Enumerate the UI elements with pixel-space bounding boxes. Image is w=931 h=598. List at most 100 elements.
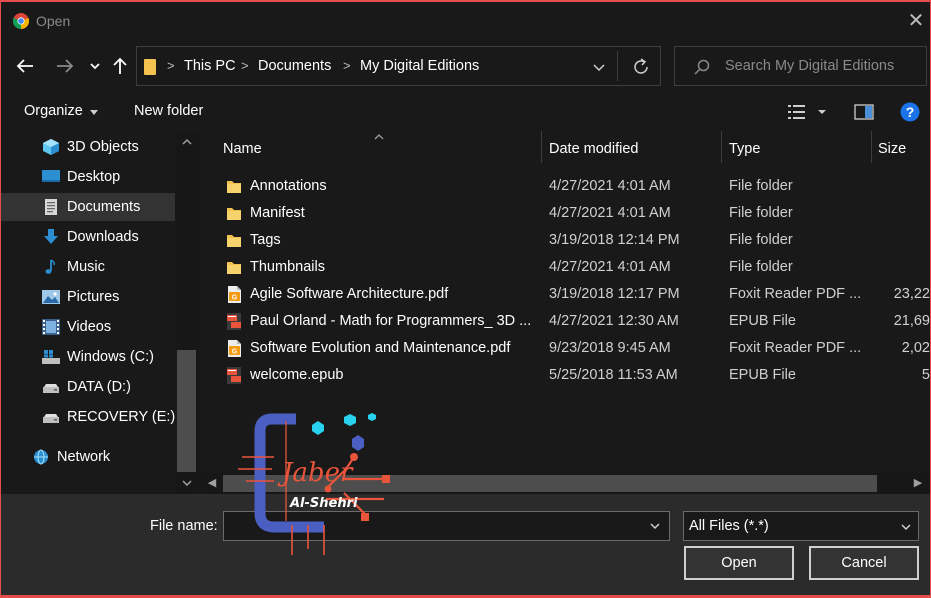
file-type-cell: EPUB File [729, 367, 796, 383]
scrollbar-thumb[interactable] [177, 350, 196, 472]
folder-icon [226, 259, 242, 276]
nav-item-label: Downloads [67, 229, 139, 245]
table-row[interactable]: Tags 3/19/2018 12:14 PM File folder [201, 227, 930, 254]
chevron-down-icon[interactable] [649, 521, 661, 531]
table-row[interactable]: Paul Orland - Math for Programmers_ 3D .… [201, 308, 930, 335]
chevron-left-icon[interactable]: ◀ [206, 477, 218, 489]
file-name-cell: Annotations [250, 178, 327, 194]
drive-icon [43, 384, 59, 393]
title-bar[interactable]: Open ✕ [1, 2, 930, 42]
file-size-cell: 5 [921, 367, 930, 383]
nav-item-network[interactable]: Network [1, 443, 175, 471]
file-name-cell: Agile Software Architecture.pdf [250, 286, 449, 302]
file-name-label: File name: [150, 518, 218, 534]
folder-icon [226, 232, 242, 249]
up-button[interactable] [108, 52, 132, 80]
forward-button[interactable] [53, 52, 77, 80]
svg-text:G: G [232, 349, 238, 356]
address-bar[interactable]: > This PC > Documents > My Digital Editi… [136, 46, 661, 86]
nav-item-videos[interactable]: Videos [1, 313, 175, 341]
new-folder-button[interactable]: New folder [134, 103, 203, 119]
column-divider[interactable] [871, 131, 872, 163]
date-modified-cell: 4/27/2021 4:01 AM [549, 259, 671, 275]
table-row[interactable]: G Agile Software Architecture.pdf 3/19/201… [201, 281, 930, 308]
nav-item-documents[interactable]: Documents [1, 193, 175, 221]
file-name-cell: Paul Orland - Math for Programmers_ 3D .… [250, 313, 532, 329]
documents-icon [45, 199, 57, 215]
nav-item-desktop[interactable]: Desktop [1, 163, 175, 191]
chrome-icon [13, 13, 29, 29]
column-header-type[interactable]: Type [729, 141, 760, 157]
downloads-icon [44, 229, 58, 244]
table-row[interactable]: Manifest 4/27/2021 4:01 AM File folder [201, 200, 930, 227]
search-icon [694, 59, 710, 75]
arrow-up-icon [113, 57, 127, 74]
organize-button[interactable]: Organize [24, 103, 83, 119]
3d-objects-icon [43, 139, 59, 155]
table-row[interactable]: Annotations 4/27/2021 4:01 AM File folder [201, 173, 930, 200]
nav-item-label: Videos [67, 319, 112, 335]
date-modified-cell: 4/27/2021 4:01 AM [549, 205, 671, 221]
column-header-date[interactable]: Date modified [549, 141, 638, 157]
arrow-left-icon [16, 59, 33, 73]
chevron-right-icon[interactable]: ▶ [912, 477, 924, 489]
file-name-cell: Thumbnails [250, 259, 325, 275]
back-button[interactable] [13, 52, 37, 80]
column-header-size[interactable]: Size [878, 141, 906, 157]
nav-item-downloads[interactable]: Downloads [1, 223, 175, 251]
watermark-line2: Al-Shehri [289, 496, 358, 511]
caret-down-icon [90, 110, 98, 115]
nav-item-3d-objects[interactable]: 3D Objects [1, 133, 175, 161]
chevron-down-icon[interactable] [589, 57, 609, 77]
chevron-down-icon[interactable] [181, 479, 193, 487]
table-row[interactable]: welcome.epub 5/25/2018 11:53 AM EPUB File 5 [201, 362, 930, 389]
epub-icon [226, 313, 242, 330]
nav-item-recovery-e[interactable]: RECOVERY (E:) [1, 403, 175, 431]
breadcrumb-my-digital-editions[interactable]: My Digital Editions [360, 58, 479, 74]
pdf-icon: G [226, 340, 242, 357]
view-options-icon[interactable] [787, 103, 807, 121]
table-row[interactable]: G Software Evolution and Maintenance.pdf 9… [201, 335, 930, 362]
search-placeholder: Search My Digital Editions [725, 58, 895, 74]
date-modified-cell: 4/27/2021 12:30 AM [549, 313, 679, 329]
window-title: Open [36, 13, 71, 29]
cancel-button[interactable]: Cancel [809, 546, 919, 580]
file-type-cell: Foxit Reader PDF ... [729, 340, 862, 356]
refresh-icon[interactable] [630, 56, 652, 78]
file-type-cell: File folder [729, 178, 793, 194]
nav-item-data-d[interactable]: DATA (D:) [1, 373, 175, 401]
chevron-up-icon[interactable] [181, 138, 193, 146]
nav-item-label: Windows (C:) [67, 349, 155, 365]
nav-item-music[interactable]: Music [1, 253, 175, 281]
file-name-cell: Tags [250, 232, 281, 248]
recent-locations-button[interactable] [83, 52, 107, 80]
breadcrumb-documents[interactable]: Documents [258, 58, 331, 74]
nav-item-windows-c[interactable]: Windows (C:) [1, 343, 175, 371]
watermark-line1: Jaber [277, 458, 354, 488]
column-divider[interactable] [721, 131, 722, 163]
file-type-selected: All Files (*.*) [689, 518, 769, 534]
file-type-select[interactable]: All Files (*.*) [683, 511, 919, 541]
close-icon[interactable]: ✕ [906, 11, 926, 31]
preview-pane-icon[interactable] [854, 103, 874, 121]
column-divider[interactable] [541, 131, 542, 163]
nav-item-pictures[interactable]: Pictures [1, 283, 175, 311]
column-header-name[interactable]: Name [223, 141, 262, 157]
pdf-icon: G [226, 286, 242, 303]
file-name-cell: Manifest [250, 205, 305, 221]
file-size-cell: 2,02 [901, 340, 930, 356]
windows-drive-icon [42, 350, 60, 364]
breadcrumb-this-pc[interactable]: This PC [184, 58, 236, 74]
help-icon[interactable]: ? [900, 102, 920, 122]
caret-down-icon[interactable] [817, 108, 827, 116]
nav-item-label: Network [57, 449, 111, 465]
open-button[interactable]: Open [684, 546, 794, 580]
chevron-down-icon [90, 63, 100, 70]
folder-icon [226, 178, 242, 195]
navigation-scrollbar[interactable] [175, 131, 199, 494]
table-row[interactable]: Thumbnails 4/27/2021 4:01 AM File folder [201, 254, 930, 281]
watermark-logo: Jaber Al-Shehri [238, 413, 390, 555]
arrow-right-icon [57, 59, 74, 73]
search-box[interactable]: Search My Digital Editions [674, 46, 927, 86]
nav-item-label: Pictures [67, 289, 120, 305]
